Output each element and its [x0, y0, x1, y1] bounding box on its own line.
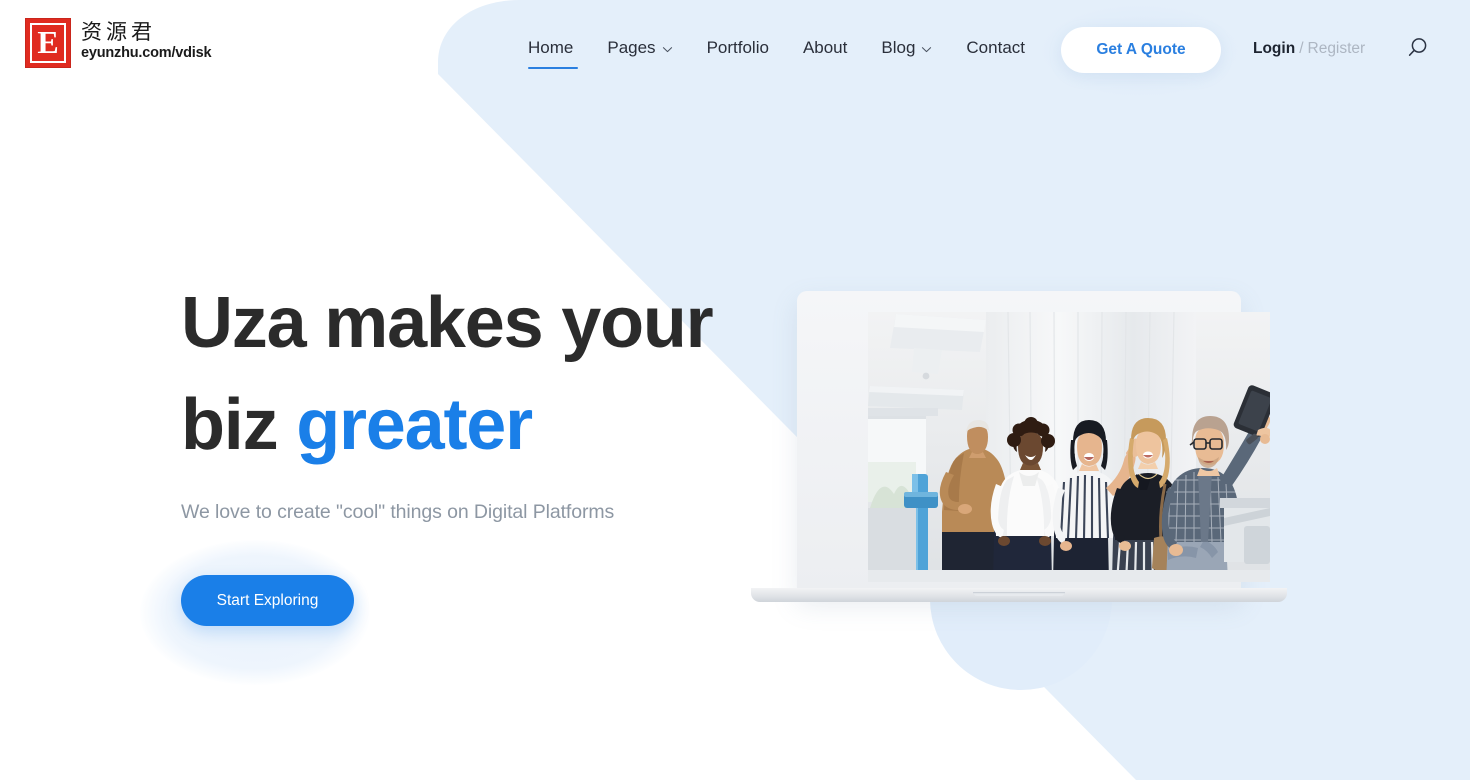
nav-label-contact: Contact [966, 38, 1025, 57]
nav-item-blog[interactable]: Blog [881, 36, 954, 60]
nav-item-contact[interactable]: Contact [966, 36, 1025, 60]
hero-title-line-2-accent: greater [296, 385, 533, 465]
nav-item-portfolio[interactable]: Portfolio [707, 36, 791, 60]
laptop-mockup [751, 291, 1287, 611]
site-header: E 资源君 eyunzhu.com/vdisk Home Pages Portf… [0, 0, 1470, 96]
hero-title: Uza makes your biz greater [181, 272, 741, 476]
search-icon[interactable] [1403, 34, 1431, 62]
hero-copy: Uza makes your biz greater We love to cr… [181, 272, 741, 626]
brand-mark-inner: E [30, 23, 66, 63]
main-navigation: Home Pages Portfolio About Blog Contact [528, 36, 1025, 69]
laptop-screen [868, 312, 1270, 582]
nav-item-about[interactable]: About [803, 36, 869, 60]
hero-photo-group-selfie [868, 312, 1270, 582]
nav-label-blog: Blog [881, 38, 916, 57]
laptop-notch [973, 592, 1065, 596]
nav-label-home: Home [528, 38, 574, 57]
chevron-down-icon [662, 44, 673, 55]
nav-label-about: About [802, 38, 848, 57]
register-link[interactable]: Register [1308, 40, 1366, 58]
nav-item-pages[interactable]: Pages [607, 36, 694, 60]
page-root: E 资源君 eyunzhu.com/vdisk Home Pages Portf… [0, 0, 1470, 780]
hero-subtitle: We love to create "cool" things on Digit… [181, 501, 615, 523]
brand-name-cn: 资源君 [81, 20, 156, 44]
hero-title-line-1: Uza makes your [181, 283, 714, 363]
hero-title-line-2-plain: biz [181, 385, 297, 465]
laptop-lid [797, 291, 1270, 596]
auth-links: Login / Register [1253, 40, 1365, 58]
nav-label-portfolio: Portfolio [706, 38, 769, 57]
brand-url: eyunzhu.com/vdisk [81, 45, 212, 62]
brand-mark-icon: E [25, 18, 71, 68]
get-a-quote-button[interactable]: Get A Quote [1061, 27, 1221, 73]
chevron-down-icon [921, 44, 932, 55]
nav-active-underline [528, 66, 578, 69]
nav-item-home[interactable]: Home [528, 36, 595, 69]
brand-mark-letter: E [37, 24, 59, 60]
start-exploring-button[interactable]: Start Exploring [181, 575, 354, 626]
brand-text: 资源君 eyunzhu.com/vdisk [81, 18, 212, 62]
auth-separator: / [1299, 40, 1304, 57]
brand-logo[interactable]: E 资源君 eyunzhu.com/vdisk [25, 18, 212, 68]
login-link[interactable]: Login [1253, 40, 1295, 58]
nav-label-pages: Pages [607, 38, 656, 57]
